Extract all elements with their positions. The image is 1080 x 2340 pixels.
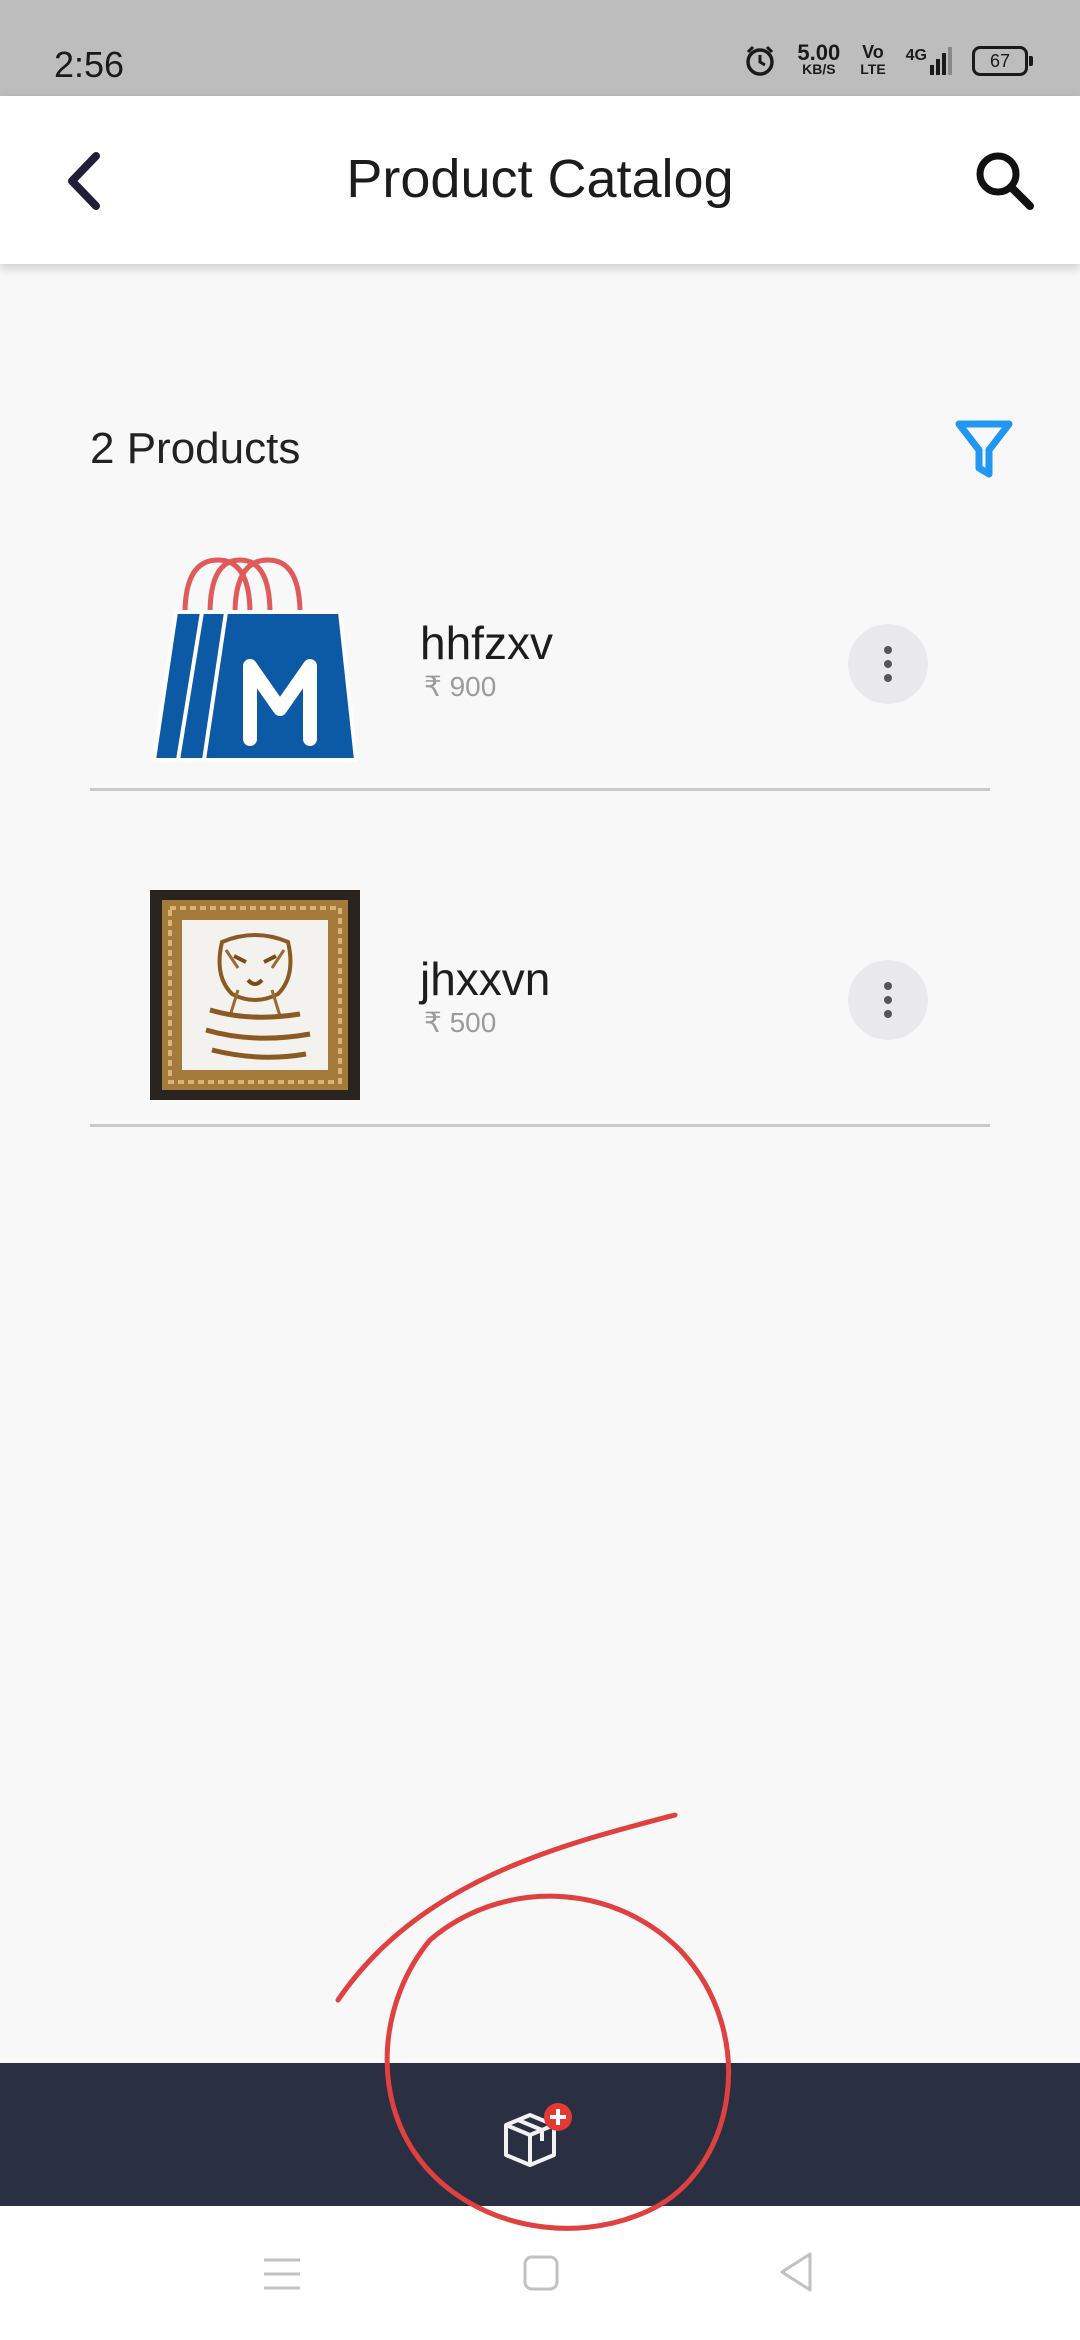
product-name: jhxxvn [420, 953, 551, 1005]
more-options-button[interactable] [848, 624, 928, 704]
product-name: hhfzxv [420, 617, 553, 669]
bottom-action-bar [0, 2063, 1080, 2206]
speed-unit: KB/S [802, 61, 836, 77]
app-bar: Product Catalog [0, 96, 1080, 264]
signal-indicator: 4G [906, 47, 952, 75]
more-vert-icon-dot [884, 660, 892, 668]
product-row[interactable]: jhxxvn ₹ 500 [90, 788, 990, 1127]
status-bar: 2:56 5.00 KB/S Vo LTE 4G 67 [0, 0, 1080, 96]
shopping-bag-logo [152, 557, 358, 762]
annotation-circle [335, 1812, 732, 2231]
more-vert-icon-dot [884, 996, 892, 1004]
volte-top: Vo [862, 42, 884, 62]
page-title: Product Catalog [346, 149, 734, 209]
speed-value: 5.00 [797, 40, 841, 65]
product-price: ₹ 900 [424, 671, 497, 702]
recent-apps-icon[interactable] [262, 2256, 302, 2292]
product-thumbnail [150, 890, 360, 1100]
system-nav-bar [0, 2206, 1080, 2340]
add-product-box-icon [504, 2103, 572, 2167]
volte-indicator: Vo LTE [860, 42, 886, 78]
search-icon [976, 152, 1034, 210]
home-icon[interactable] [522, 2254, 560, 2292]
product-price: ₹ 500 [424, 1007, 497, 1038]
network-speed: 5.00 KB/S [797, 40, 841, 78]
nav-back-icon[interactable] [776, 2250, 816, 2294]
volte-bottom: LTE [860, 61, 886, 77]
more-options-button[interactable] [848, 960, 928, 1040]
framed-tiger-picture [150, 890, 360, 1100]
status-icons: 5.00 KB/S Vo LTE 4G 67 [743, 40, 1033, 78]
battery-level: 67 [989, 50, 1011, 71]
status-time: 2:56 [54, 44, 125, 85]
signal-icon [930, 47, 952, 75]
battery-indicator: 67 [972, 46, 1033, 76]
more-vert-icon [884, 982, 892, 990]
search-button[interactable] [970, 146, 1040, 216]
product-row[interactable]: hhfzxv ₹ 900 [90, 452, 990, 791]
alarm-icon [746, 45, 775, 76]
network-type: 4G [905, 47, 927, 64]
more-vert-icon-dot [884, 674, 892, 682]
product-thumbnail [150, 554, 360, 764]
more-vert-icon-dot [884, 1010, 892, 1018]
more-vert-icon [884, 646, 892, 654]
add-product-button[interactable] [500, 2101, 580, 2171]
